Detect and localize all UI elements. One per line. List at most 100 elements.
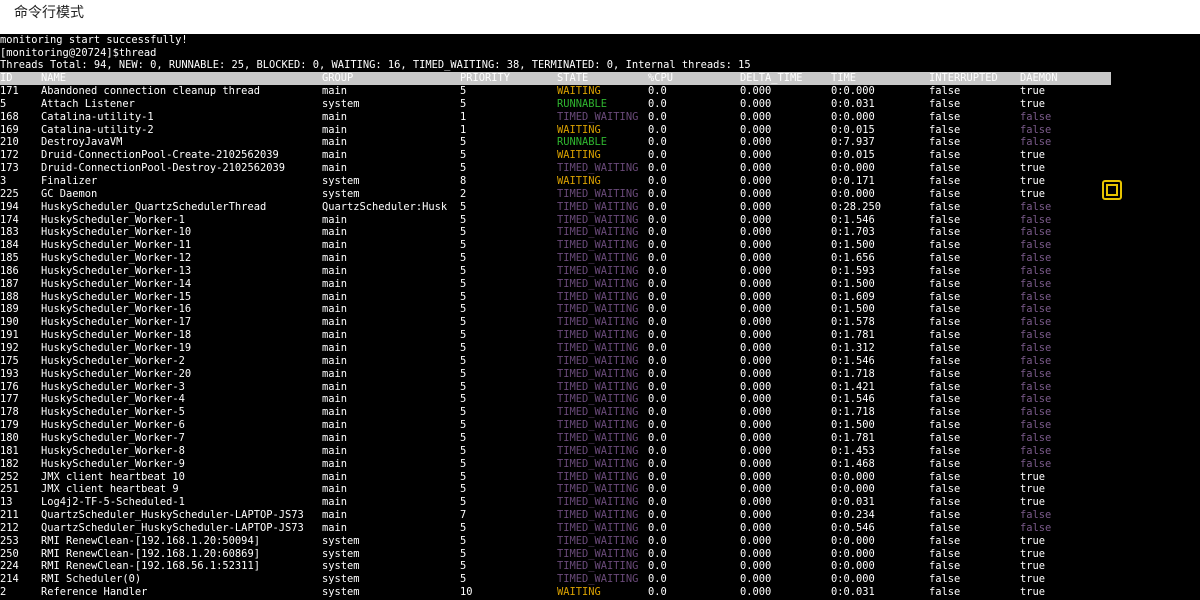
cell-delta-time: 0.000 [740,509,772,522]
cell-state: TIMED_WAITING [557,534,639,547]
cell-daemon: false [1020,406,1052,419]
cell-interrupted: false [929,521,961,534]
cell-priority: 5 [460,97,467,110]
cell-group: main [322,136,348,149]
cell-name: QuartzScheduler_HuskyScheduler-LAPTOP-JS… [41,521,304,534]
table-row: 180 HuskyScheduler_Worker-7 main 5 TIMED_WAI… [0,432,1200,445]
cell-id: 193 [0,367,19,380]
table-row: 184 HuskyScheduler_Worker-11 main 5 TIMED_WA… [0,239,1200,252]
cell-name: HuskyScheduler_Worker-14 [41,277,192,290]
console-line-start: monitoring start successfully! [0,34,188,46]
table-row: 179 HuskyScheduler_Worker-6 main 5 TIMED_WAI… [0,419,1200,432]
table-row: 174 HuskyScheduler_Worker-1 main 5 TIMED_WAI… [0,214,1200,227]
cell-cpu: 0.0 [648,174,667,187]
cell-interrupted: false [929,560,961,573]
cell-priority: 5 [460,547,467,560]
cell-group: main [322,277,348,290]
cell-name: QuartzScheduler_HuskyScheduler-LAPTOP-JS… [41,509,304,522]
cell-daemon: false [1020,431,1052,444]
cell-group: system [322,586,360,599]
table-row: 214 RMI Scheduler(0) system 5 TIMED_WAITING 0… [0,573,1200,586]
cell-name: HuskyScheduler_Worker-3 [41,380,185,393]
cell-group: main [322,444,348,457]
cell-state: TIMED_WAITING [557,573,639,586]
cell-cpu: 0.0 [648,419,667,432]
cell-delta-time: 0.000 [740,239,772,252]
cell-priority: 1 [460,110,467,123]
cell-state: WAITING [557,85,601,97]
cell-group: main [322,264,348,277]
cell-priority: 5 [460,226,467,239]
cell-daemon: false [1020,277,1052,290]
table-row: 175 HuskyScheduler_Worker-2 main 5 TIMED_WAI… [0,355,1200,368]
cell-time: 0:1.578 [831,316,875,329]
cell-interrupted: false [929,264,961,277]
cell-priority: 2 [460,187,467,200]
cell-name: HuskyScheduler_Worker-4 [41,393,185,406]
table-row: 178 HuskyScheduler_Worker-5 main 5 TIMED_WAI… [0,406,1200,419]
fullscreen-icon[interactable] [1102,180,1122,200]
cell-time: 0:1.500 [831,419,875,432]
cell-name: RMI RenewClean-[192.168.56.1:52311] [41,560,260,573]
cell-daemon: false [1020,354,1052,367]
cell-name: HuskyScheduler_Worker-6 [41,419,185,432]
cell-priority: 5 [460,457,467,470]
column-header-delta-time: DELTA_TIME [740,72,803,84]
cell-id: 2 [0,586,7,599]
cell-name: RMI RenewClean-[192.168.1.20:60869] [41,547,260,560]
cell-id: 181 [0,444,19,457]
cell-id: 192 [0,342,19,354]
cell-priority: 5 [460,483,467,496]
cell-delta-time: 0.000 [740,483,772,496]
cell-daemon: true [1020,85,1046,97]
cell-delta-time: 0.000 [740,393,772,406]
column-header-time: TIME [831,72,857,84]
cell-interrupted: false [929,354,961,367]
cell-cpu: 0.0 [648,342,667,354]
cell-id: 183 [0,226,19,239]
table-row: 211 QuartzScheduler_HuskyScheduler-LAPTOP… [0,509,1200,522]
cell-cpu: 0.0 [648,329,667,342]
cell-interrupted: false [929,277,961,290]
cell-time: 0:1.609 [831,290,875,303]
cell-delta-time: 0.000 [740,213,772,226]
cell-time: 0:0.000 [831,534,875,547]
table-row: 225 GC Daemon system 2 TIMED_WAITING 0.0 0.000… [0,188,1200,201]
cell-interrupted: false [929,483,961,496]
console-line-summary: Threads Total: 94, NEW: 0, RUNNABLE: 25,… [0,59,751,71]
cell-daemon: false [1020,419,1052,432]
cell-daemon: false [1020,457,1052,470]
cell-name: Catalina-utility-2 [41,123,154,136]
cell-daemon: true [1020,149,1046,162]
cell-group: system [322,560,360,573]
cell-state: TIMED_WAITING [557,560,639,573]
cell-delta-time: 0.000 [740,419,772,432]
cell-priority: 5 [460,316,467,329]
cell-group: system [322,547,360,560]
cell-priority: 5 [460,393,467,406]
cell-daemon: true [1020,187,1046,200]
cell-id: 189 [0,303,19,316]
cell-id: 180 [0,431,19,444]
cell-name: HuskyScheduler_QuartzSchedulerThread [41,200,267,213]
cell-cpu: 0.0 [648,573,667,586]
cell-cpu: 0.0 [648,303,667,316]
cell-daemon: false [1020,252,1052,265]
cell-time: 0:1.500 [831,303,875,316]
cell-group: main [322,431,348,444]
cell-daemon: true [1020,483,1046,496]
cell-state: TIMED_WAITING [557,393,639,406]
table-row: 168 Catalina-utility-1 main 1 TIMED_WAITING 0… [0,111,1200,124]
terminal-console[interactable]: monitoring start successfully! [monitori… [0,34,1200,600]
cell-state: WAITING [557,149,601,162]
cell-cpu: 0.0 [648,85,667,97]
cell-group: main [322,329,348,342]
cell-cpu: 0.0 [648,162,667,175]
app-header: 命令行模式 [0,0,1200,34]
cell-name: Attach Listener [41,97,135,110]
cell-priority: 5 [460,264,467,277]
cell-time: 0:1.500 [831,277,875,290]
cell-state: TIMED_WAITING [557,226,639,239]
cell-state: TIMED_WAITING [557,457,639,470]
cell-group: system [322,97,360,110]
